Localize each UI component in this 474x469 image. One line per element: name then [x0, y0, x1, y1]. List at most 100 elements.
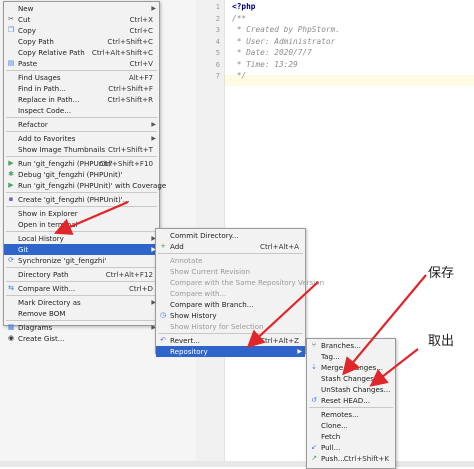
git-menu-item-revert[interactable]: ↶ Revert... Ctrl+Alt+Z [156, 335, 305, 346]
line-number: 3 [215, 26, 220, 34]
git-menu-item-compare-with: Compare with... [156, 288, 305, 299]
context-menu-item-shortcut: Ctrl+Shift+F [108, 84, 153, 93]
context-menu-item-mark-directory-as[interactable]: Mark Directory as ▶ [4, 297, 159, 308]
context-menu-item-label: Copy [18, 26, 36, 35]
repo-menu-item-reset-head[interactable]: ↺ Reset HEAD... [307, 395, 395, 406]
git-menu-item-label: Compare with Branch... [170, 300, 254, 309]
context-menu-item-label: Git [18, 245, 29, 254]
status-strip [0, 461, 474, 467]
context-menu-item-label: Debug 'git_fengzhi (PHPUnit)' [18, 170, 123, 179]
annotation-save: 保存 [428, 266, 455, 281]
context-menu-item-show-in-explorer[interactable]: Show in Explorer [4, 208, 159, 219]
context-menu-item-open-in-terminal[interactable]: Open in terminal [4, 219, 159, 230]
git-menu-item-label: Show History [170, 311, 217, 320]
reset-icon: ↺ [311, 396, 317, 404]
git-menu-item-compare-with-branch[interactable]: Compare with Branch... [156, 299, 305, 310]
context-menu-item-show-image-thumbnails[interactable]: Show Image Thumbnails Ctrl+Shift+T [4, 144, 159, 155]
code-line: * User: Administrator [232, 36, 336, 46]
code-line: <?php [232, 2, 256, 11]
context-menu-item-new[interactable]: New ▶ [4, 3, 159, 14]
context-menu-item-label: Add to Favorites [18, 134, 76, 143]
context-menu-item-find-in-path[interactable]: Find in Path... Ctrl+Shift+F [4, 83, 159, 94]
context-menu-separator [6, 156, 157, 157]
repo-menu-item-clone[interactable]: Clone... [307, 420, 395, 431]
git-menu-item-repository[interactable]: Repository ▶ [156, 346, 305, 357]
repo-menu-item-label: Reset HEAD... [321, 396, 370, 405]
git-menu-item-add[interactable]: + Add Ctrl+Alt+A [156, 241, 305, 252]
context-menu-item-remove-bom[interactable]: Remove BOM [4, 308, 159, 319]
git-menu-item-compare-with-the-same-repository-version: Compare with the Same Repository Version [156, 277, 324, 288]
context-menu-item-directory-path[interactable]: Directory Path Ctrl+Alt+F12 [4, 269, 159, 280]
context-menu-item-label: Local History [18, 234, 64, 243]
context-menu-item-diagrams[interactable]: ▦ Diagrams ▶ [4, 322, 159, 333]
repo-menu-item-tag[interactable]: Tag... [307, 351, 395, 362]
context-menu-item-create-gist[interactable]: ◉ Create Gist... [4, 333, 159, 344]
context-menu-item-copy[interactable]: ❐ Copy Ctrl+C [4, 25, 159, 36]
context-menu-item-label: Compare With... [18, 284, 76, 293]
repo-menu-item-branches[interactable]: ⑂ Branches... [307, 340, 395, 351]
context-menu-item-copy-path[interactable]: Copy Path Ctrl+Shift+C [4, 36, 159, 47]
context-menu-item-shortcut: Ctrl+V [129, 59, 153, 68]
context-menu-item-label: Synchronize 'git_fengzhi' [18, 256, 107, 265]
context-menu-separator [6, 281, 157, 282]
context-menu-item-label: Copy Relative Path [18, 48, 85, 57]
context-menu-item-local-history[interactable]: Local History ▶ [4, 233, 159, 244]
repo-menu-separator [309, 407, 393, 408]
repo-menu-item-label: Tag... [321, 352, 340, 361]
repo-menu-item-remotes[interactable]: Remotes... [307, 409, 395, 420]
git-menu-item-label: Add [170, 242, 184, 251]
context-menu-item-refactor[interactable]: Refactor ▶ [4, 119, 159, 130]
context-menu-item-label: Find Usages [18, 73, 61, 82]
context-menu-item-add-to-favorites[interactable]: Add to Favorites ▶ [4, 133, 159, 144]
submenu-arrow-icon: ▶ [297, 348, 302, 355]
context-menu-item-cut[interactable]: ✂ Cut Ctrl+X [4, 14, 159, 25]
context-menu-item-run-git-fengzhi-phpunit[interactable]: ▶ Run 'git_fengzhi (PHPUnit)' Ctrl+Shift+F… [4, 158, 159, 169]
repo-menu-item-fetch[interactable]: Fetch [307, 431, 395, 442]
git-menu-item-label: Repository [170, 347, 208, 356]
repo-menu-item-merge-changes[interactable]: ⇣ Merge Changes... [307, 362, 395, 373]
git-menu-item-commit-directory[interactable]: Commit Directory... [156, 230, 305, 241]
context-menu-item-paste[interactable]: ▤ Paste Ctrl+V [4, 58, 159, 69]
context-menu-item-label: Create 'git_fengzhi (PHPUnit)'... [18, 195, 130, 204]
cut-icon: ✂ [8, 15, 14, 23]
context-menu-item-shortcut: Ctrl+Alt+F12 [105, 270, 153, 279]
context-menu-item-synchronize-git-fengzhi[interactable]: ⟳ Synchronize 'git_fengzhi' [4, 255, 159, 266]
context-menu-item-label: Copy Path [18, 37, 54, 46]
repo-menu-item-push[interactable]: ↗ Push... Ctrl+Shift+K [307, 453, 395, 464]
context-menu-item-run-git-fengzhi-phpunit-with-coverage[interactable]: ▶ Run 'git_fengzhi (PHPUnit)' with Covera… [4, 180, 166, 191]
context-menu-separator [6, 192, 157, 193]
context-menu-item-git[interactable]: Git ▶ [4, 244, 159, 255]
repo-menu-item-label: Pull... [321, 443, 341, 452]
repo-menu-item-unstash-changes[interactable]: UnStash Changes... [307, 384, 395, 395]
context-menu-item-compare-with[interactable]: ⇆ Compare With... Ctrl+D [4, 283, 159, 294]
context-menu-item-shortcut: Ctrl+Shift+T [108, 145, 153, 154]
git-menu-item-show-history-for-selection: Show History for Selection [156, 321, 305, 332]
context-menu-item-copy-relative-path[interactable]: Copy Relative Path Ctrl+Alt+Shift+C [4, 47, 159, 58]
repo-menu-item-label: Clone... [321, 421, 348, 430]
repo-menu-item-stash-changes[interactable]: Stash Changes... [307, 373, 395, 384]
context-menu-item-label: Show Image Thumbnails [18, 145, 106, 154]
context-menu-item-debug-git-fengzhi-phpunit[interactable]: ✱ Debug 'git_fengzhi (PHPUnit)' [4, 169, 159, 180]
context-menu-item-replace-in-path[interactable]: Replace in Path... Ctrl+Shift+R [4, 94, 159, 105]
git-menu-item-shortcut: Ctrl+Alt+Z [260, 336, 299, 345]
context-menu-item-create-git-fengzhi-phpunit[interactable]: ▪ Create 'git_fengzhi (PHPUnit)'... [4, 194, 159, 205]
git-menu-item-show-history[interactable]: ◷ Show History [156, 310, 305, 321]
compare-icon: ⇆ [8, 284, 14, 292]
coverage-icon: ▶ [8, 181, 14, 189]
repo-menu-item-pull[interactable]: ↙ Pull... [307, 442, 395, 453]
context-menu-item-label: Remove BOM [18, 309, 66, 318]
context-menu-item-label: New [18, 4, 34, 13]
context-menu-item-find-usages[interactable]: Find Usages Alt+F7 [4, 72, 159, 83]
code-line: * Date: 2020/7/7 [232, 48, 312, 57]
code-line: /** [232, 13, 247, 23]
annotation-cancel: 取出 [428, 334, 455, 349]
context-menu-item-inspect-code[interactable]: Inspect Code... [4, 105, 159, 116]
context-menu-separator [6, 70, 157, 71]
pull-icon: ↙ [311, 443, 317, 451]
repo-menu-item-label: Push... [321, 454, 345, 463]
sync-icon: ⟳ [8, 256, 14, 264]
context-menu-item-label: Find in Path... [18, 84, 66, 93]
code-line: * Time: 13:29 [232, 59, 298, 69]
git-menu-item-label: Show Current Revision [170, 267, 250, 276]
add-icon: + [160, 242, 166, 250]
